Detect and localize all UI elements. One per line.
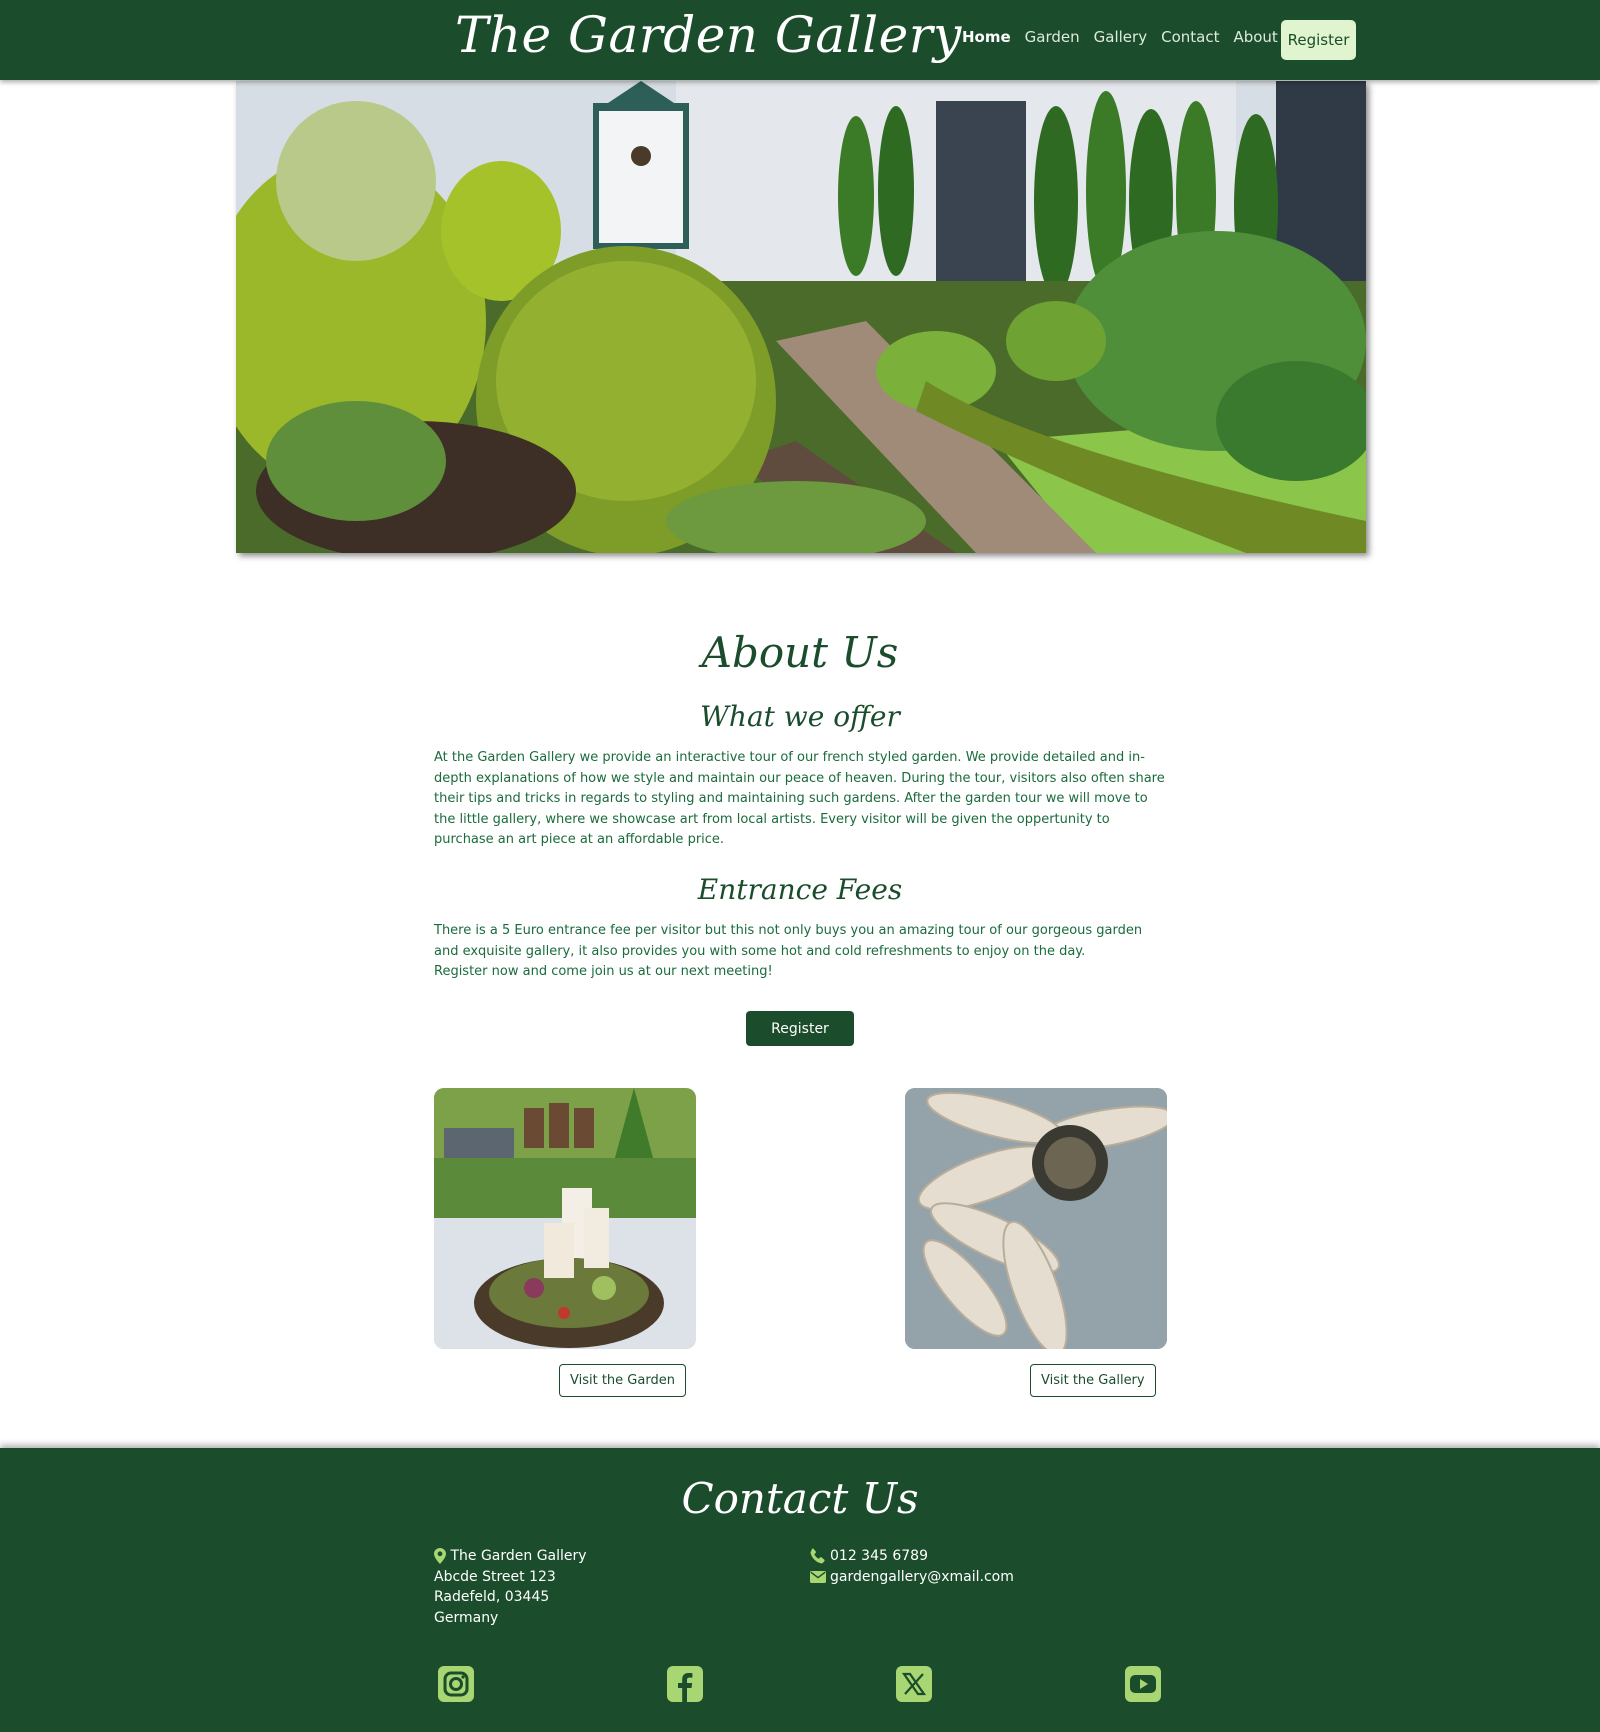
phone-row[interactable]: 012 345 6789 bbox=[810, 1546, 1014, 1567]
brand-logo[interactable]: The Garden Gallery bbox=[455, 6, 962, 64]
nav-contact[interactable]: Contact bbox=[1161, 28, 1219, 46]
footer: Contact Us The Garden Gallery Abcde Stre… bbox=[0, 1448, 1600, 1732]
nav-about[interactable]: About bbox=[1233, 28, 1277, 46]
visit-garden-button[interactable]: Visit the Garden bbox=[559, 1364, 686, 1397]
address-country: Germany bbox=[434, 1609, 499, 1626]
nav-register-button[interactable]: Register bbox=[1281, 20, 1356, 60]
contact-title: Contact Us bbox=[681, 1474, 919, 1523]
address-street: Abcde Street 123 bbox=[434, 1568, 556, 1585]
fees-text: There is a 5 Euro entrance fee per visit… bbox=[434, 923, 1143, 959]
youtube-icon[interactable] bbox=[1125, 1666, 1161, 1702]
nav-garden[interactable]: Garden bbox=[1025, 28, 1080, 46]
garden-thumbnail bbox=[434, 1088, 696, 1349]
visit-gallery-button[interactable]: Visit the Gallery bbox=[1030, 1364, 1156, 1397]
address-city: Radefeld, 03445 bbox=[434, 1589, 550, 1605]
fees-cta-text: Register now and come join us at our nex… bbox=[434, 964, 773, 979]
address-name: The Garden Gallery bbox=[450, 1548, 587, 1564]
envelope-icon bbox=[810, 1570, 826, 1583]
offer-heading: What we offer bbox=[700, 700, 900, 733]
facebook-icon[interactable] bbox=[667, 1666, 703, 1702]
map-marker-icon bbox=[434, 1548, 446, 1564]
fees-paragraph: There is a 5 Euro entrance fee per visit… bbox=[434, 921, 1170, 983]
register-button[interactable]: Register bbox=[746, 1011, 854, 1046]
nav-links: Home Garden Gallery Contact About bbox=[962, 28, 1292, 46]
fees-heading: Entrance Fees bbox=[697, 873, 903, 906]
hero-garden-image bbox=[236, 81, 1366, 553]
address-block: The Garden Gallery Abcde Street 123 Rade… bbox=[434, 1546, 587, 1628]
address-name-line: The Garden Gallery bbox=[434, 1546, 587, 1567]
phone-number: 012 345 6789 bbox=[830, 1548, 928, 1564]
instagram-icon[interactable] bbox=[438, 1666, 474, 1702]
nav-gallery[interactable]: Gallery bbox=[1094, 28, 1147, 46]
offer-paragraph: At the Garden Gallery we provide an inte… bbox=[434, 750, 1165, 847]
phone-icon bbox=[810, 1548, 825, 1564]
x-twitter-icon[interactable] bbox=[896, 1666, 932, 1702]
navbar: The Garden Gallery Home Garden Gallery C… bbox=[0, 0, 1600, 80]
gallery-thumbnail bbox=[905, 1088, 1167, 1349]
contact-details: 012 345 6789 gardengallery@xmail.com bbox=[810, 1546, 1014, 1587]
email-address: gardengallery@xmail.com bbox=[830, 1568, 1014, 1585]
about-title: About Us bbox=[701, 628, 899, 677]
email-row[interactable]: gardengallery@xmail.com bbox=[810, 1567, 1014, 1588]
nav-home[interactable]: Home bbox=[962, 28, 1011, 46]
